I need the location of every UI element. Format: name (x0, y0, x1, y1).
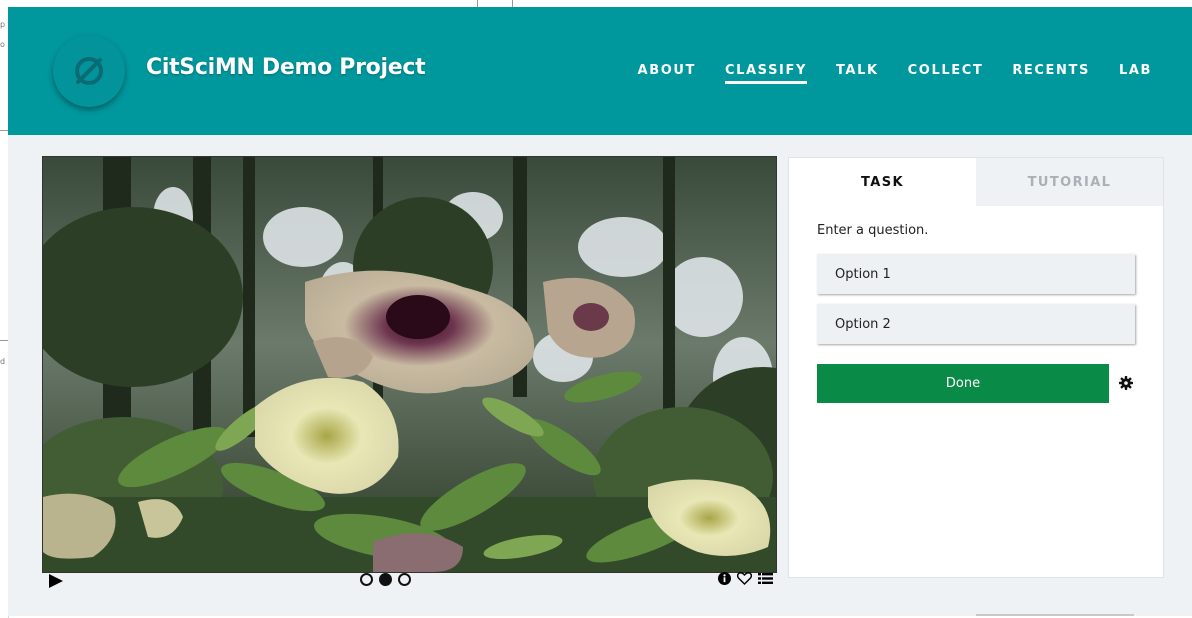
background-window-strip (8, 0, 1192, 7)
project-title[interactable]: CitSciMN Demo Project (146, 55, 426, 80)
subject-image[interactable] (42, 156, 777, 573)
nav-talk[interactable]: TALK (836, 63, 879, 84)
gutter-rule (0, 340, 8, 341)
gutter-letter: o (0, 40, 5, 49)
gutter-letter: d (0, 357, 6, 366)
done-button[interactable]: Done (817, 364, 1109, 403)
subject-controls (42, 569, 775, 593)
flowers-photo (43, 157, 776, 572)
frame-dot-2[interactable] (379, 573, 392, 586)
play-icon (49, 574, 63, 588)
project-nav: ABOUT CLASSIFY TALK COLLECT RECENTS LAB (609, 63, 1152, 84)
task-question: Enter a question. (817, 223, 929, 238)
nav-classify[interactable]: CLASSIFY (725, 63, 807, 84)
project-header: CitSciMN Demo Project ABOUT CLASSIFY TAL… (8, 7, 1192, 135)
task-settings-button[interactable] (1119, 376, 1133, 395)
frame-selector (360, 573, 411, 586)
gear-icon (1119, 376, 1133, 390)
task-panel: TASK TUTORIAL Enter a question. Option 1… (788, 157, 1164, 578)
tab-tutorial[interactable]: TUTORIAL (976, 158, 1163, 206)
subject-actions (718, 572, 773, 585)
task-tabs: TASK TUTORIAL (789, 158, 1163, 206)
info-icon[interactable] (718, 572, 731, 585)
nav-collect[interactable]: COLLECT (908, 63, 984, 84)
frame-dot-1[interactable] (360, 573, 373, 586)
gutter-letter: p (0, 20, 6, 29)
list-icon[interactable] (758, 572, 773, 585)
nav-about[interactable]: ABOUT (638, 63, 696, 84)
answer-option-1[interactable]: Option 1 (817, 254, 1135, 294)
tab-task[interactable]: TASK (789, 158, 976, 206)
play-button[interactable] (48, 573, 64, 594)
heart-icon[interactable] (737, 572, 752, 585)
project-avatar[interactable] (53, 35, 125, 107)
gutter-rule (0, 130, 8, 131)
compass-icon (75, 57, 103, 85)
answer-option-2[interactable]: Option 2 (817, 304, 1135, 344)
frame-dot-3[interactable] (398, 573, 411, 586)
background-window-strip (976, 614, 1134, 616)
classify-page: CitSciMN Demo Project ABOUT CLASSIFY TAL… (8, 7, 1192, 616)
nav-recents[interactable]: RECENTS (1012, 63, 1090, 84)
nav-lab[interactable]: LAB (1119, 63, 1152, 84)
